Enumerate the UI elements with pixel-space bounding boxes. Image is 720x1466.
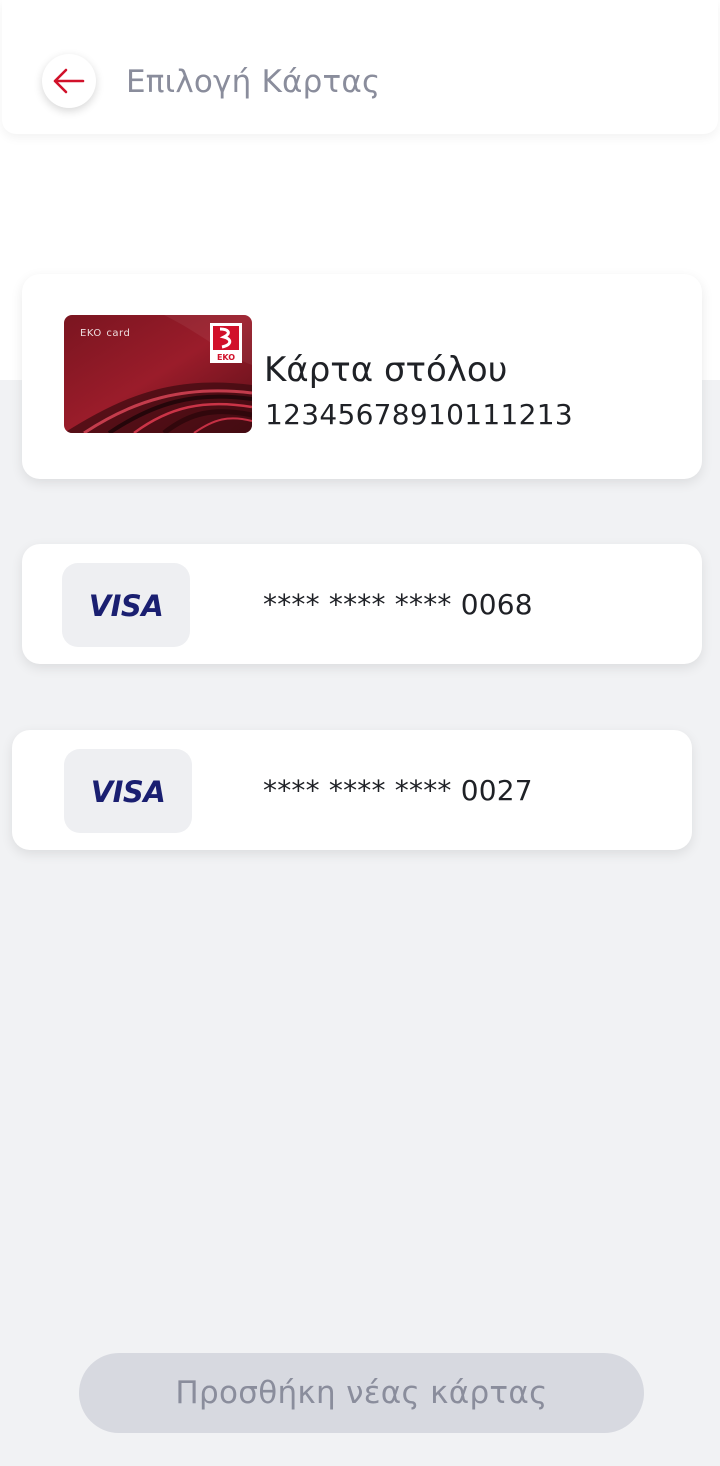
- eko-card-image: EKO card EKO: [64, 315, 252, 433]
- fleet-card-number: 12345678910111213: [265, 398, 573, 431]
- add-new-card-label: Προσθήκη νέας κάρτας: [175, 1375, 548, 1411]
- visa-logo-text: VISA: [88, 589, 164, 623]
- eko-logo-icon: EKO: [210, 323, 242, 363]
- add-new-card-button[interactable]: Προσθήκη νέας κάρτας: [79, 1353, 644, 1433]
- visa-card-item[interactable]: VISA **** **** **** 0068: [22, 544, 702, 664]
- back-button[interactable]: [42, 54, 96, 108]
- fleet-card-name: Κάρτα στόλου: [264, 350, 508, 390]
- page-title: Επιλογή Κάρτας: [126, 64, 381, 100]
- fleet-card-item[interactable]: EKO card EKO Κάρτα στόλου 12345678910111…: [22, 274, 702, 479]
- masked-card-number: **** **** **** 0068: [263, 588, 533, 621]
- visa-card-item[interactable]: VISA **** **** **** 0027: [12, 730, 692, 850]
- visa-logo: VISA: [64, 749, 192, 833]
- visa-logo-text: VISA: [90, 775, 166, 809]
- svg-text:EKO: EKO: [217, 353, 235, 362]
- masked-card-number: **** **** **** 0027: [263, 774, 533, 807]
- arrow-left-icon: [53, 68, 85, 94]
- app-header: Επιλογή Κάρτας: [2, 0, 718, 134]
- eko-card-brand: EKO card: [80, 328, 131, 339]
- visa-logo: VISA: [62, 563, 190, 647]
